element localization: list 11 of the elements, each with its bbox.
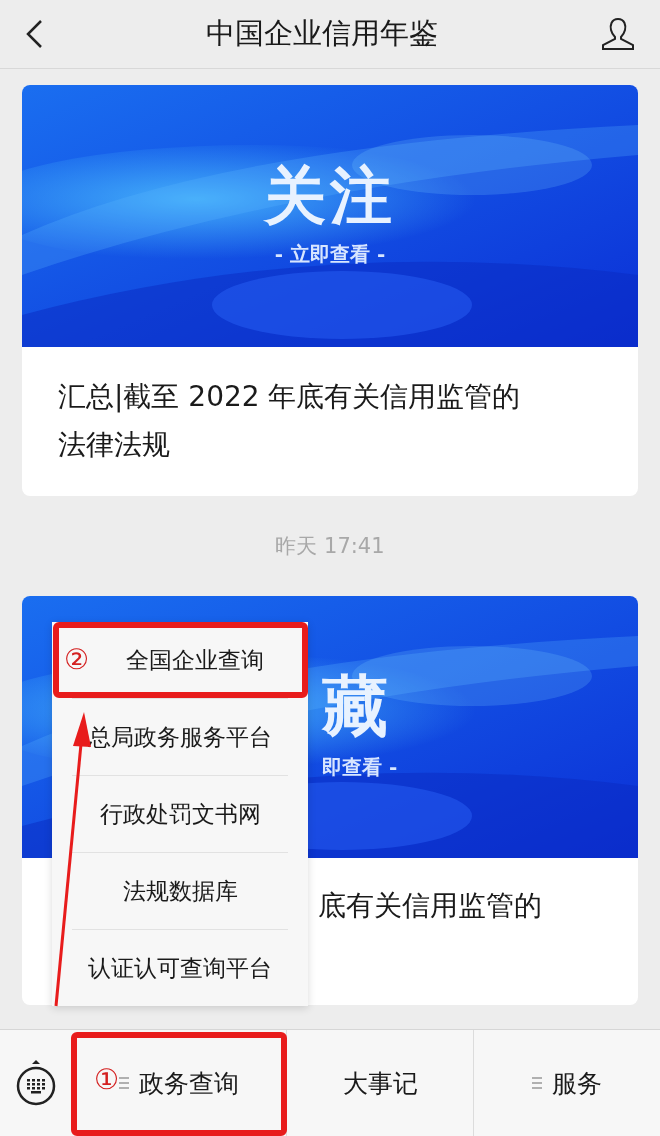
article-title: 底有关信用监管的 bbox=[318, 888, 543, 924]
banner-headline: 藏 bbox=[322, 673, 392, 740]
banner-subtitle: - 立即查看 - bbox=[274, 240, 386, 268]
banner-subtitle: 即查看 - bbox=[322, 753, 398, 781]
article-title: 汇总|截至 2022 年底有关信用监管的 bbox=[58, 379, 522, 415]
annotation-number: ① bbox=[94, 1066, 120, 1094]
timestamp: 昨天 17:41 bbox=[275, 533, 385, 560]
window-title: 中国企业信用年鉴 bbox=[206, 15, 438, 52]
article-title: 法律法规 bbox=[58, 427, 171, 463]
banner-headline: 关注 bbox=[264, 164, 396, 227]
annotation-number: ② bbox=[64, 646, 90, 674]
